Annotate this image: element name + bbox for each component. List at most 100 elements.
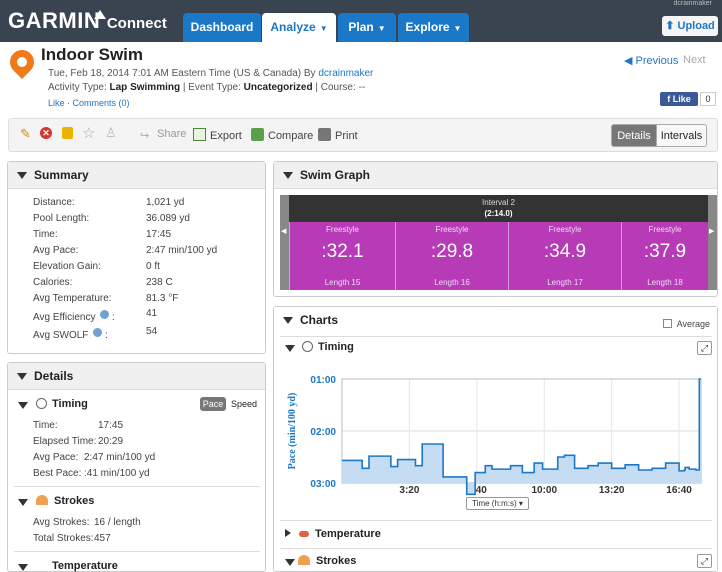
compare-button[interactable]: Compare (251, 128, 313, 142)
divider (14, 486, 260, 487)
activity-title[interactable]: Indoor Swim (41, 45, 143, 65)
summary-value: 36.089 yd (146, 213, 190, 224)
length-number: Length 17 (547, 278, 583, 287)
summary-panel-header[interactable]: Summary (8, 162, 265, 189)
summary-value: 1,021 yd (146, 197, 185, 208)
favorite-star-icon[interactable]: ☆ (82, 124, 95, 142)
charts-header[interactable]: Charts (274, 307, 717, 334)
timing-value: 17:45 (98, 420, 124, 431)
interval-title: Interval 2 (482, 198, 515, 207)
tab-analyze[interactable]: Analyze ▼ (262, 13, 336, 42)
collapse-triangle-icon (283, 172, 293, 179)
chevron-down-icon: ▼ (319, 24, 328, 33)
average-toggle[interactable]: Average (662, 319, 710, 329)
y-tick-label: 01:00 (310, 375, 336, 386)
pace-toggle[interactable]: Pace (200, 397, 226, 411)
chevron-left-icon[interactable]: ◀ (281, 227, 286, 235)
summary-value: 0 ft (146, 261, 160, 272)
collapse-triangle-icon[interactable] (285, 559, 295, 566)
divider (280, 336, 712, 337)
person-icon[interactable]: ♙ (105, 125, 117, 141)
next-activity-link[interactable]: Next (683, 54, 706, 66)
chevron-down-icon: ▼ (453, 24, 462, 33)
edit-pencil-icon[interactable]: ✎ (20, 126, 31, 142)
delete-icon[interactable]: ✕ (40, 127, 52, 139)
length-time: :29.8 (430, 241, 474, 262)
lock-icon[interactable] (62, 127, 73, 139)
help-icon[interactable] (93, 328, 103, 337)
tab-dashboard[interactable]: Dashboard (183, 13, 261, 42)
compare-icon (251, 128, 264, 141)
timing-label: Avg Pace: (33, 452, 79, 463)
previous-activity-link[interactable]: ◀ Previous (624, 54, 678, 67)
length-time: :32.1 (321, 241, 364, 262)
scroll-right-bar[interactable] (708, 195, 717, 290)
average-checkbox[interactable] (662, 319, 672, 328)
expand-chart-icon[interactable]: ⤢ (697, 341, 712, 355)
share-button[interactable]: ↪ Share (140, 128, 186, 142)
length-cell[interactable]: Freestyle :34.9 Length 17 (508, 222, 621, 290)
summary-value: 2:47 min/100 yd (146, 245, 218, 256)
intervals-view-button[interactable]: Intervals (656, 124, 707, 147)
temperature-chart-heading[interactable]: Temperature (285, 528, 381, 540)
swim-graph-header[interactable]: Swim Graph (274, 162, 717, 189)
comments-link[interactable]: Comments (0) (73, 98, 130, 108)
length-stroke: Freestyle (648, 225, 682, 234)
length-number: Length 15 (324, 278, 361, 287)
summary-label: Calories: (33, 277, 73, 288)
timing-chart-heading[interactable]: Timing (298, 341, 354, 353)
length-number: Length 16 (434, 278, 470, 287)
summary-value: 17:45 (146, 229, 172, 240)
timing-subheading[interactable]: Timing (32, 398, 88, 410)
expand-triangle-icon (285, 529, 291, 537)
export-icon (193, 128, 206, 141)
x-axis-select[interactable]: Time (h:m:s) ▾ (466, 497, 529, 510)
activity-type-line: Activity Type: Lap Swimming | Event Type… (48, 82, 366, 93)
clock-icon (36, 398, 47, 409)
chevron-right-icon[interactable]: ▶ (709, 227, 714, 235)
length-cell[interactable]: Freestyle :37.9 Length 18 (621, 222, 708, 290)
activity-type-value[interactable]: Lap Swimming (110, 82, 181, 93)
pin-center-icon (17, 57, 27, 67)
summary-label: Elevation Gain: (33, 261, 101, 272)
chevron-left-icon: ◀ (624, 55, 636, 67)
collapse-triangle-icon[interactable] (18, 499, 28, 506)
social-links: Like · Comments (0) (48, 98, 130, 108)
y-axis-label: Pace (min/100 yd) (287, 393, 298, 470)
summary-value: 54 (146, 326, 158, 337)
collapse-triangle-icon (17, 172, 27, 179)
strokes-value: 16 / length (94, 517, 141, 528)
like-link[interactable]: Like (48, 98, 65, 108)
expand-chart-icon[interactable]: ⤢ (697, 554, 712, 568)
upload-button[interactable]: ⬆ Upload (662, 16, 718, 36)
details-panel-header[interactable]: Details (8, 363, 265, 390)
author-link[interactable]: dcrainmaker (318, 68, 373, 79)
help-icon[interactable] (100, 310, 110, 319)
tab-explore[interactable]: Explore ▼ (398, 13, 469, 42)
print-button[interactable]: Print (318, 128, 358, 142)
swim-graph: Interval 2 (2:14.0) ◀ ▶ Freestyle :32.1 … (280, 195, 717, 290)
divider (280, 520, 712, 521)
timing-label: Best Pace: (33, 468, 82, 479)
collapse-triangle-icon[interactable] (285, 345, 295, 352)
pace-area (342, 379, 701, 495)
pace-chart[interactable]: 01:0002:0003:003:20 6:40 10:00 13:20 16:40Pa… (283, 363, 715, 513)
timing-value: 2:47 min/100 yd (84, 452, 156, 463)
garmin-connect-logo[interactable]: GARMIN Connect (8, 8, 167, 34)
length-cell[interactable]: Freestyle :29.8 Length 16 (395, 222, 508, 290)
export-button[interactable]: Export (193, 128, 242, 142)
speed-toggle[interactable]: Speed (230, 397, 258, 411)
length-cell[interactable]: Freestyle :32.1 Length 15 (289, 222, 395, 290)
strokes-chart-heading[interactable]: Strokes (298, 555, 356, 567)
summary-swolf-label: Avg SWOLF : (33, 328, 108, 341)
scroll-left-bar[interactable] (280, 195, 289, 290)
strokes-subheading[interactable]: Strokes (32, 495, 94, 507)
logo-triangle-icon (94, 10, 106, 19)
event-type-value[interactable]: Uncategorized (244, 82, 313, 93)
temperature-subheading[interactable]: Temperature (52, 560, 118, 572)
details-view-button[interactable]: Details (611, 124, 657, 147)
tab-plan[interactable]: Plan ▼ (338, 13, 396, 42)
collapse-triangle-icon[interactable] (18, 402, 28, 409)
facebook-like-button[interactable]: f Like (660, 92, 698, 106)
user-menu[interactable]: dcrainmaker (620, 0, 712, 7)
